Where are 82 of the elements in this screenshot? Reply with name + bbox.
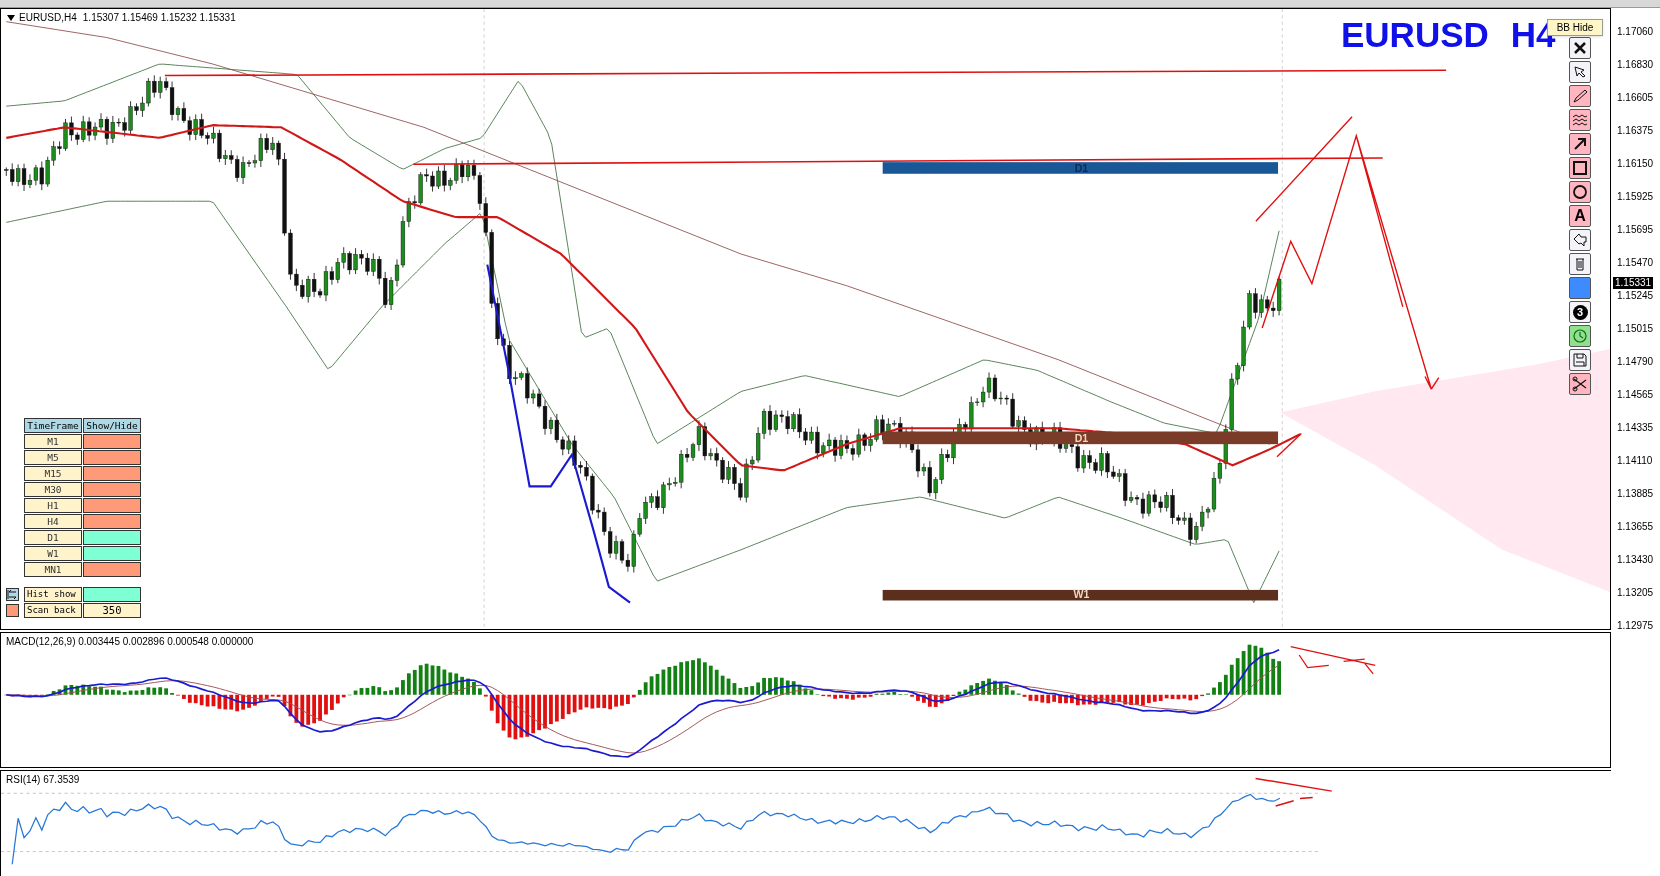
scan-back-field[interactable]: 350 bbox=[83, 603, 141, 618]
toolbar-circle-button[interactable] bbox=[1569, 181, 1591, 203]
toolbar-clock-button[interactable] bbox=[1569, 325, 1591, 347]
symbol-title: EURUSD bbox=[1341, 17, 1489, 52]
column-header: Show/Hide bbox=[83, 418, 141, 433]
waves-icon bbox=[1572, 112, 1588, 128]
rectangle-icon bbox=[1572, 160, 1588, 176]
toolbar-waves-button[interactable] bbox=[1569, 109, 1591, 131]
cursor-arrow-icon bbox=[1572, 64, 1588, 80]
column-header: TimeFrame bbox=[24, 418, 82, 433]
toolbar-close-button[interactable] bbox=[1569, 37, 1591, 59]
arrow-icon bbox=[1572, 136, 1588, 152]
number-tool-button[interactable]: 3 bbox=[1569, 301, 1591, 323]
price-label: 1.15695 bbox=[1617, 223, 1654, 236]
timeframe-cell: M5 bbox=[24, 450, 82, 465]
show-hide-toggle[interactable] bbox=[83, 562, 141, 577]
price-label: 1.13205 bbox=[1617, 586, 1654, 599]
color-swatch-button[interactable] bbox=[1569, 277, 1591, 299]
bb-hide-button[interactable]: BB Hide bbox=[1547, 19, 1603, 36]
show-hide-toggle[interactable] bbox=[83, 434, 141, 449]
price-label: 1.16150 bbox=[1617, 157, 1654, 170]
swap-arrows-icon bbox=[6, 588, 19, 601]
circle-icon bbox=[1572, 184, 1588, 200]
hist-show-label: Hist show bbox=[24, 587, 82, 602]
price-label: 1.16830 bbox=[1617, 58, 1654, 71]
price-label: 1.13885 bbox=[1617, 487, 1654, 500]
price-label: 1.13655 bbox=[1617, 520, 1654, 533]
toolbar-rectangle-button[interactable] bbox=[1569, 157, 1591, 179]
show-hide-toggle[interactable] bbox=[83, 546, 141, 561]
scan-back-label: Scan back bbox=[24, 603, 82, 618]
current-price-label: 1.15331 bbox=[1613, 277, 1654, 289]
zone-label: D1 bbox=[1074, 161, 1089, 174]
chart-symbol: EURUSD,H4 bbox=[19, 11, 77, 25]
clock-icon bbox=[1572, 328, 1588, 344]
toolbar-save-button[interactable] bbox=[1569, 349, 1591, 371]
timeframe-cell: MN1 bbox=[24, 562, 82, 577]
show-hide-toggle[interactable] bbox=[83, 514, 141, 529]
price-label: 1.13430 bbox=[1617, 553, 1654, 566]
toolbar-cursor-button[interactable] bbox=[1569, 61, 1591, 83]
timeframe-cell: M1 bbox=[24, 434, 82, 449]
save-icon bbox=[1572, 352, 1588, 368]
rsi-label: RSI(14) 67.3539 bbox=[6, 775, 80, 785]
price-label: 1.14335 bbox=[1617, 421, 1654, 434]
text-tool-button[interactable]: A bbox=[1569, 205, 1591, 227]
show-hide-toggle[interactable] bbox=[83, 530, 141, 545]
pencil-icon bbox=[1572, 88, 1588, 104]
show-hide-toggle[interactable] bbox=[83, 482, 141, 497]
zone-label: D1 bbox=[1074, 432, 1089, 445]
toolbar-trash-button[interactable] bbox=[1569, 253, 1591, 275]
price-label: 1.15925 bbox=[1617, 190, 1654, 203]
timeframe-cell: D1 bbox=[24, 530, 82, 545]
timeframe-cell: H4 bbox=[24, 514, 82, 529]
price-label: 1.14790 bbox=[1617, 355, 1654, 368]
price-label: 1.15015 bbox=[1617, 322, 1654, 335]
timeframe-cell: H1 bbox=[24, 498, 82, 513]
price-label: 1.14110 bbox=[1617, 454, 1653, 467]
dropdown-triangle-icon bbox=[7, 14, 15, 21]
timeframe-cell: M30 bbox=[24, 482, 82, 497]
hist-show-toggle[interactable] bbox=[83, 587, 141, 602]
zone-label: W1 bbox=[1073, 588, 1090, 601]
toolbar-label-button[interactable] bbox=[1569, 229, 1591, 251]
price-label: 1.12975 bbox=[1617, 619, 1654, 632]
price-label: 1.14565 bbox=[1617, 388, 1654, 401]
toolbar-pencil-button[interactable] bbox=[1569, 85, 1591, 107]
close-icon bbox=[1572, 40, 1588, 56]
show-hide-toggle[interactable] bbox=[83, 466, 141, 481]
timeframe-cell: M15 bbox=[24, 466, 82, 481]
timeframe-cell: W1 bbox=[24, 546, 82, 561]
macd-label: MACD(12,26,9) 0.003445 0.002896 0.000548 0.000000 bbox=[6, 637, 254, 647]
price-label: 1.16375 bbox=[1617, 124, 1654, 137]
price-label: 1.15245 bbox=[1617, 289, 1654, 302]
show-hide-toggle[interactable] bbox=[83, 498, 141, 513]
show-hide-toggle[interactable] bbox=[83, 450, 141, 465]
price-label: 1.17060 bbox=[1617, 25, 1654, 38]
chart-quotes: 1.15307 1.15469 1.15232 1.15331 bbox=[82, 11, 236, 25]
scissors-icon bbox=[1572, 376, 1588, 392]
toolbar-scissors-button[interactable] bbox=[1569, 373, 1591, 395]
price-label: 1.16605 bbox=[1617, 91, 1654, 104]
price-label: 1.15470 bbox=[1617, 256, 1654, 269]
toolbar-arrow-button[interactable] bbox=[1569, 133, 1591, 155]
arrow-label-icon bbox=[1572, 232, 1588, 248]
color-swatch[interactable] bbox=[6, 604, 19, 617]
